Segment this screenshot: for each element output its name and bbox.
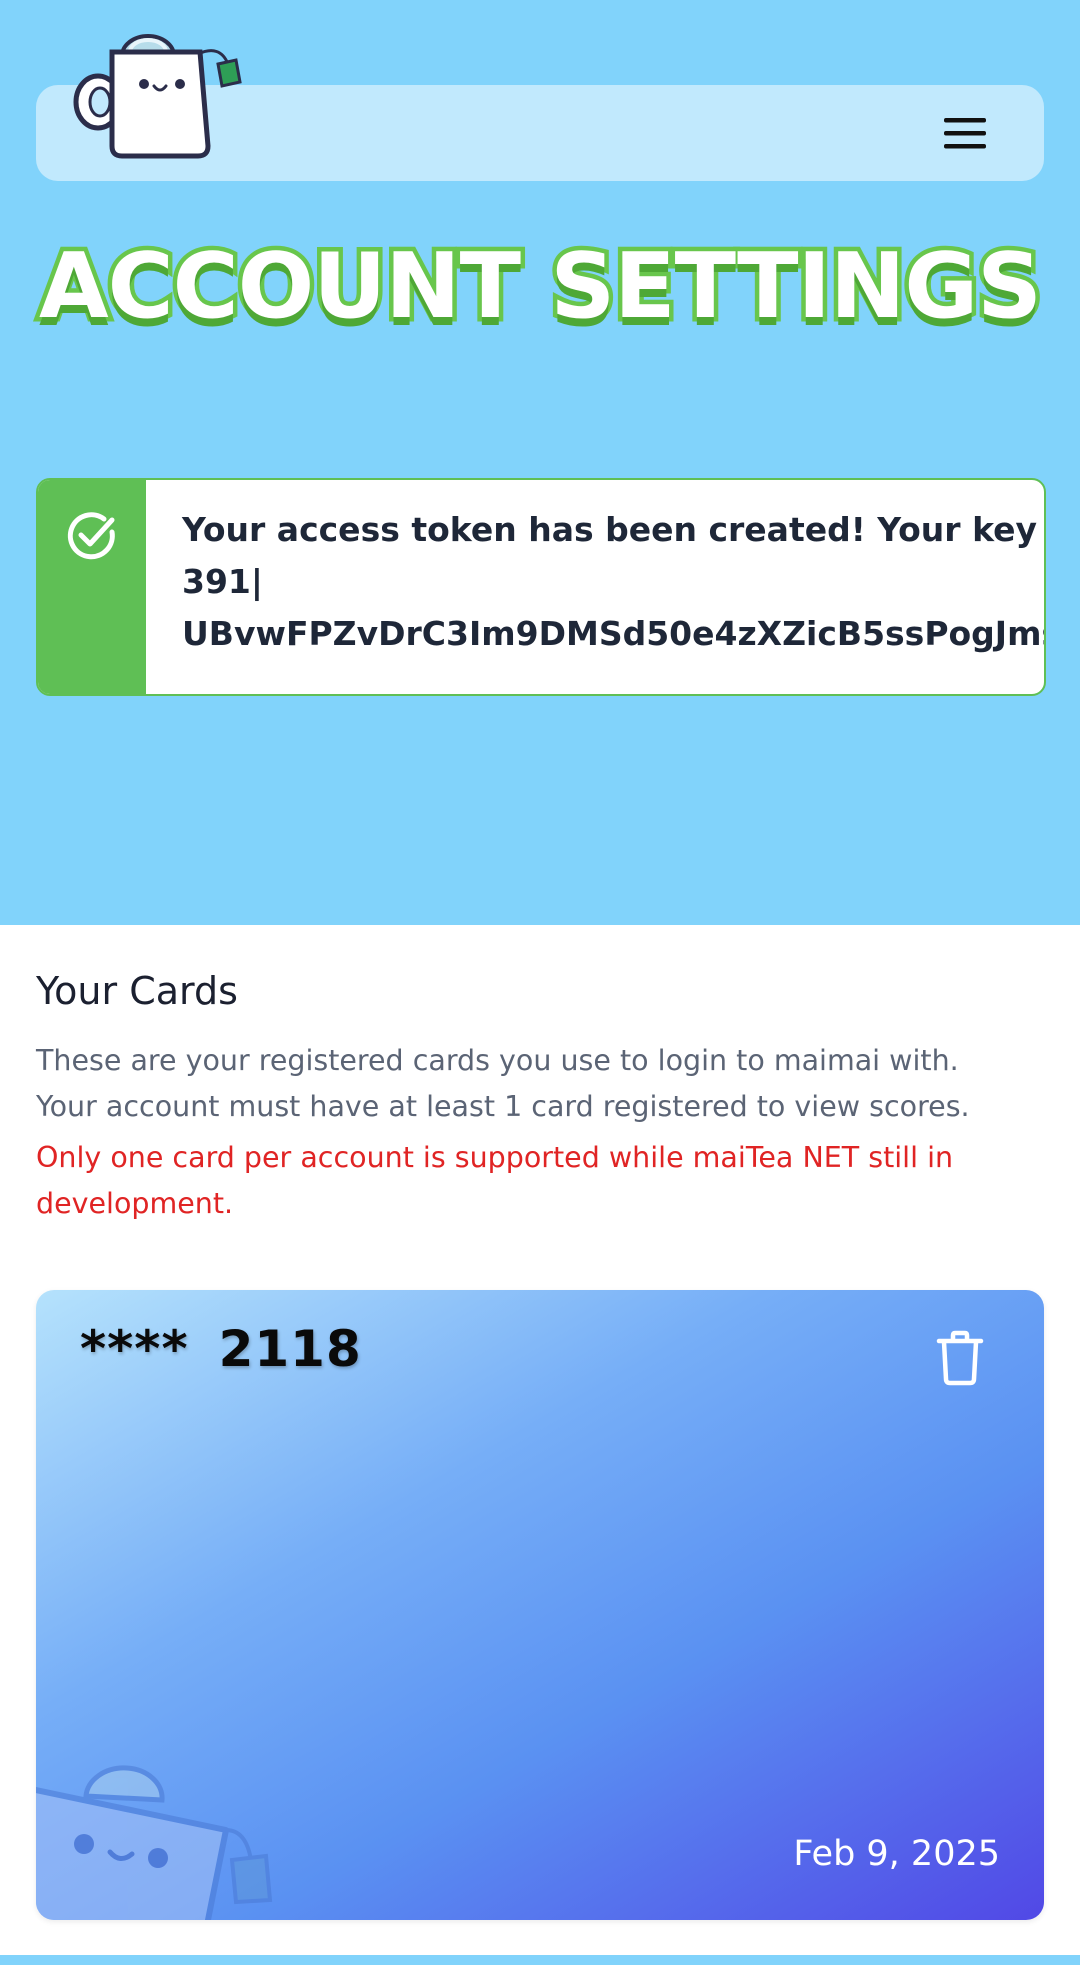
section-description-2: Your account must have at least 1 card r… <box>36 1090 970 1123</box>
section-warning: Only one card per account is supported w… <box>36 1141 954 1220</box>
hamburger-menu-icon[interactable] <box>934 104 996 162</box>
card-number-mask: **** <box>80 1320 189 1378</box>
footer-strip <box>0 1955 1080 1965</box>
alert-line-1: Your access token has been created! Your… <box>182 510 1046 549</box>
mascot-watermark-icon <box>36 1765 273 1920</box>
page-title: ACCOUNT SETTINGS <box>34 230 1046 344</box>
alert-message: Your access token has been created! Your… <box>182 504 1046 660</box>
card-date: Feb 9, 2025 <box>793 1834 1000 1874</box>
token-created-alert: Your access token has been created! Your… <box>36 478 1046 696</box>
maitea-logo-icon[interactable] <box>70 34 245 164</box>
card-last-digits: 2118 <box>218 1320 362 1378</box>
section-title: Your Cards <box>36 969 238 1013</box>
section-description-1: These are your registered cards you use … <box>36 1044 959 1077</box>
alert-line-2: 391| <box>182 562 263 601</box>
trash-icon[interactable] <box>934 1330 986 1386</box>
card-number: **** 2118 <box>80 1320 362 1378</box>
check-circle-icon <box>67 512 115 560</box>
your-cards-section: Your Cards These are your registered car… <box>36 966 1046 1227</box>
registered-card: **** 2118 Feb 9, 2025 <box>36 1290 1044 1920</box>
alert-token-key: UBvwFPZvDrC3Im9DMSd50e4zXZicB5ssPogJmsw <box>182 614 1046 653</box>
